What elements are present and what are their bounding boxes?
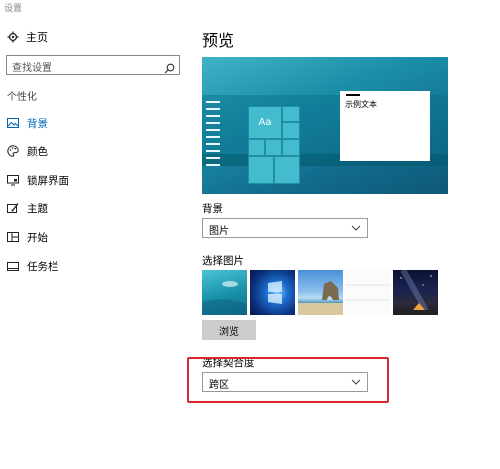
sidebar-item-lock-screen[interactable]: 锁屏界面	[7, 172, 69, 188]
background-select-value: 图片	[209, 226, 229, 237]
theme-brush-icon	[7, 202, 19, 214]
sidebar-item-colors[interactable]: 颜色	[7, 143, 48, 159]
thumbnail-night-sky[interactable]	[393, 270, 438, 315]
sidebar-item-label: 颜色	[27, 145, 48, 158]
thumbnail-white[interactable]	[345, 270, 390, 315]
taskbar-icon	[7, 260, 19, 272]
sidebar-item-label: 背景	[27, 117, 48, 130]
page-title: 预览	[202, 31, 235, 50]
choose-picture-label: 选择图片	[202, 255, 244, 267]
preview-start-list	[206, 101, 224, 186]
window-title: 设置	[4, 4, 23, 14]
background-select[interactable]: 图片	[202, 218, 368, 238]
chevron-down-icon	[351, 223, 361, 236]
search-box[interactable]	[6, 55, 180, 78]
search-icon[interactable]	[164, 59, 175, 78]
palette-icon	[7, 145, 19, 157]
browse-button[interactable]: 浏览	[202, 320, 256, 340]
search-input[interactable]	[7, 59, 162, 78]
preview-sample-text: 示例文本	[345, 100, 377, 109]
preview-sample-window: 示例文本	[340, 91, 430, 161]
preview-tiles: Aa	[248, 106, 302, 188]
home-label: 主页	[26, 31, 48, 44]
home-nav-item[interactable]: 主页	[7, 29, 48, 45]
monitor-lock-icon	[7, 174, 19, 186]
sidebar-item-label: 开始	[27, 231, 48, 244]
sidebar-item-label: 任务栏	[27, 260, 59, 273]
start-grid-icon	[7, 231, 19, 243]
thumbnail-beach-rock[interactable]	[298, 270, 343, 315]
section-heading: 个性化	[7, 92, 37, 103]
picture-icon	[7, 117, 19, 129]
background-label: 背景	[202, 203, 223, 215]
sidebar-item-themes[interactable]: 主题	[7, 200, 48, 216]
preview-tile-aa: Aa	[248, 106, 282, 139]
thumbnail-windows-blue[interactable]	[250, 270, 295, 315]
sidebar-item-background[interactable]: 背景	[7, 115, 48, 131]
sidebar-item-start[interactable]: 开始	[7, 229, 48, 245]
gear-icon	[7, 31, 19, 43]
thumbnail-underwater[interactable]	[202, 270, 247, 315]
sidebar-item-label: 主题	[27, 202, 48, 215]
desktop-preview: Aa 示例文本	[202, 57, 448, 194]
sidebar-item-taskbar[interactable]: 任务栏	[7, 258, 59, 274]
sidebar-item-label: 锁屏界面	[27, 174, 69, 187]
red-highlight-box	[187, 357, 389, 403]
